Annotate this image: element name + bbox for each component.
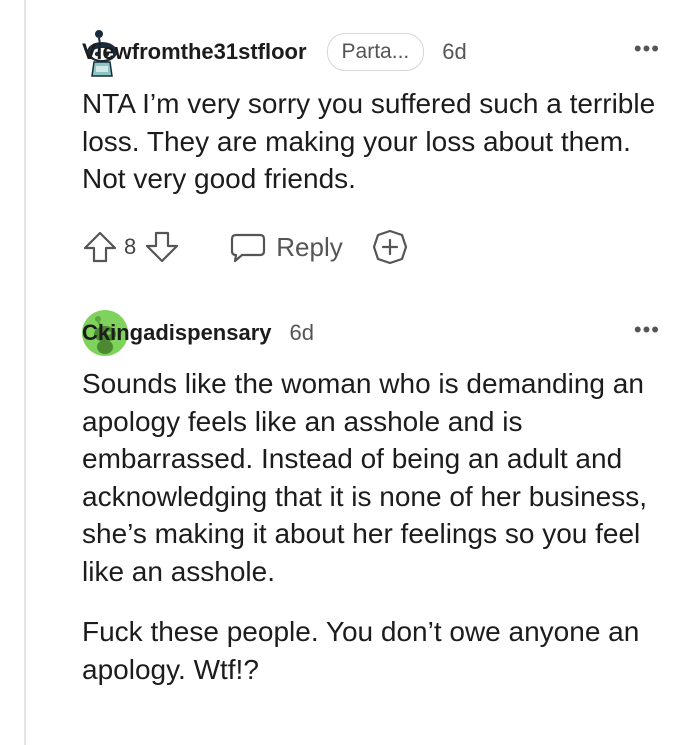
downvote-button[interactable] (144, 229, 180, 265)
comment-paragraph: Sounds like the woman who is demanding a… (82, 368, 648, 587)
thread-line (24, 0, 26, 745)
award-button[interactable] (371, 228, 409, 266)
upvote-arrow-icon (83, 231, 117, 263)
reply-bubble-icon (231, 233, 266, 263)
comment-header: Viewfromthe31stfloor Parta... 6d (82, 30, 467, 74)
vote-count: 8 (124, 234, 137, 259)
more-options-button[interactable]: ••• (634, 317, 660, 343)
username[interactable]: Viewfromthe31stfloor (82, 39, 307, 65)
downvote-arrow-icon (146, 231, 179, 263)
reply-label: Reply (276, 231, 343, 262)
user-flair[interactable]: Parta... (326, 33, 425, 71)
comment-actions: 8 Reply (82, 227, 409, 267)
username[interactable]: Ckingadispensary (82, 320, 272, 346)
more-options-button[interactable]: ••• (634, 36, 660, 62)
comment-header: Ckingadispensary 6d (82, 311, 314, 355)
reply-button[interactable]: Reply (228, 229, 343, 265)
upvote-button[interactable] (82, 229, 118, 265)
timestamp[interactable]: 6d (442, 39, 466, 65)
timestamp[interactable]: 6d (290, 320, 314, 346)
comment-body: NTA I’m very sorry you suffered such a t… (82, 85, 670, 198)
comment-paragraph: Fuck these people. You don’t owe anyone … (82, 616, 640, 685)
comment-paragraph: NTA I’m very sorry you suffered such a t… (82, 88, 656, 194)
award-plus-icon (372, 229, 407, 265)
comment-body: Sounds like the woman who is demanding a… (82, 365, 670, 688)
